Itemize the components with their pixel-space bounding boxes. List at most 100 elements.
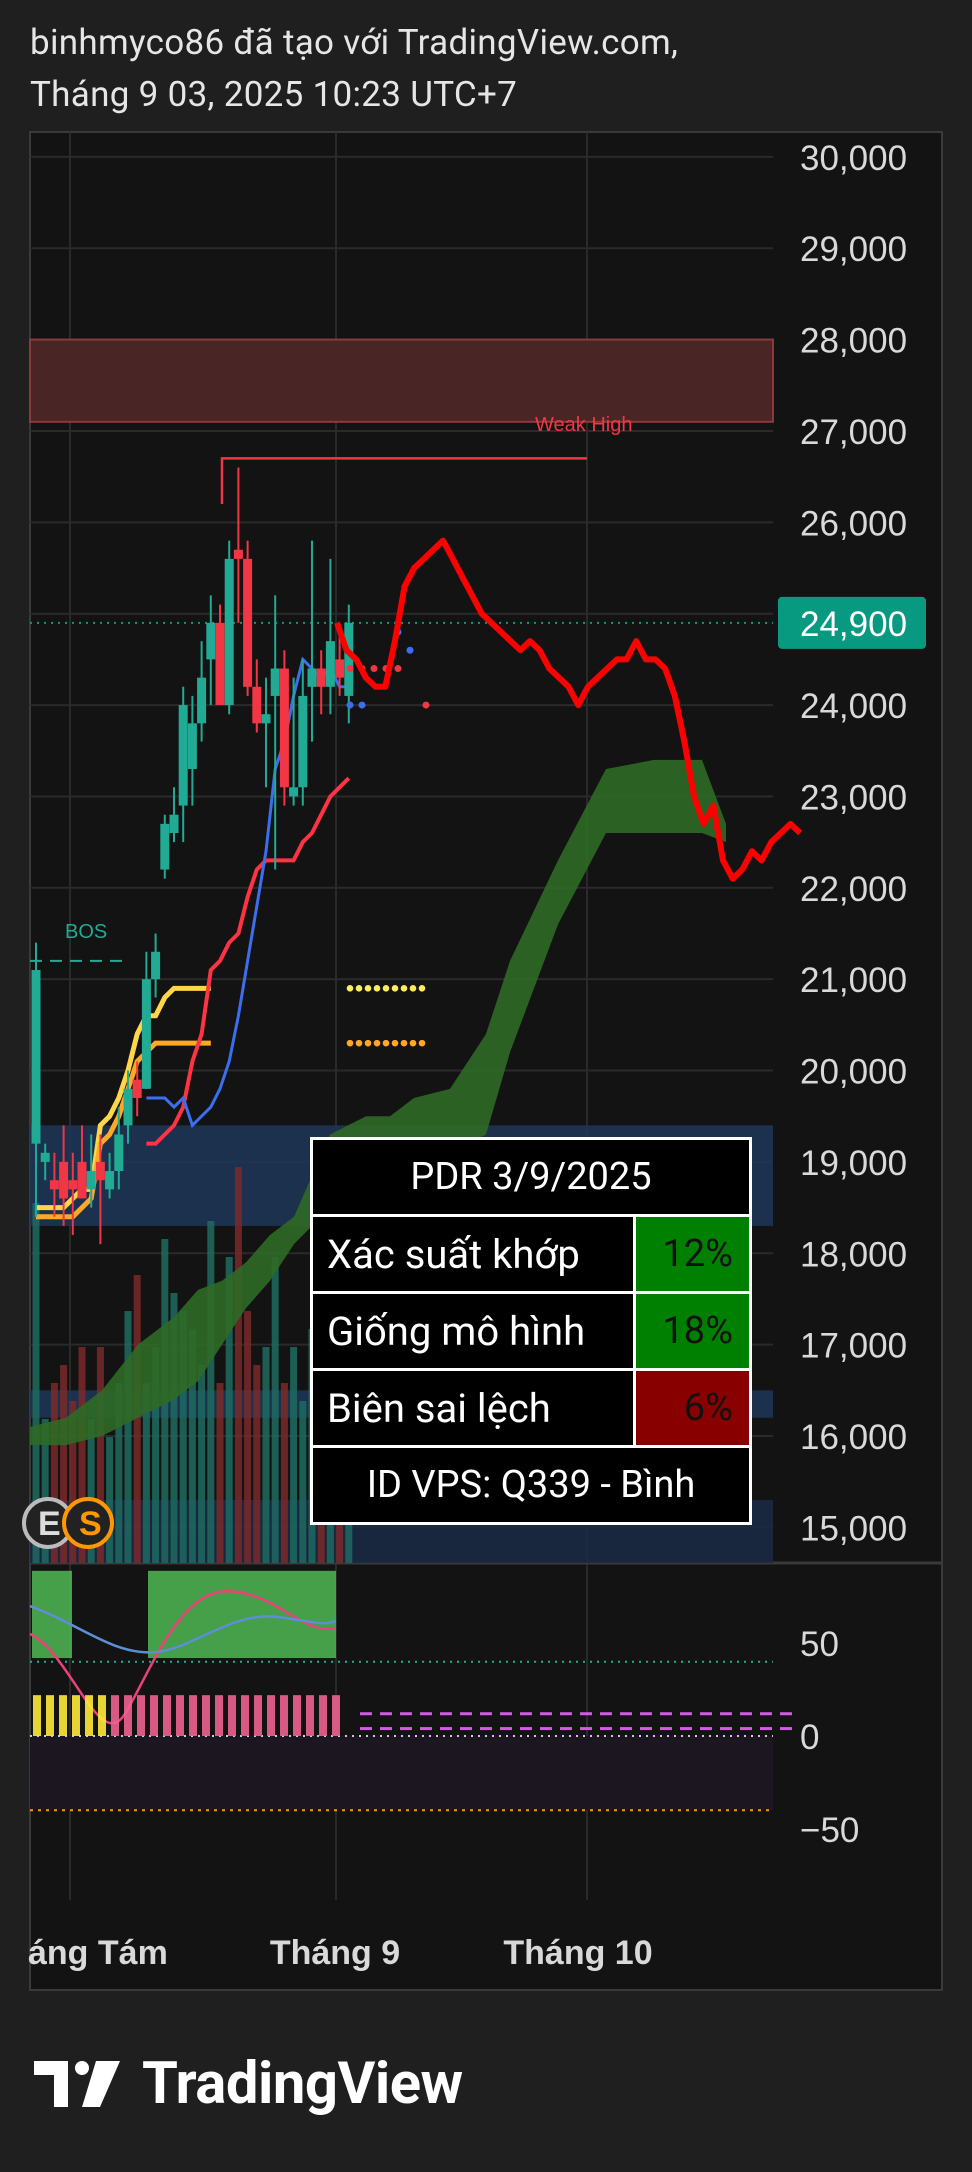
table-title: PDR 3/9/2025 bbox=[410, 1155, 652, 1199]
osc-y-tick-label: 50 bbox=[800, 1625, 839, 1664]
osc-histogram-bar bbox=[267, 1695, 275, 1736]
osc-histogram-bar bbox=[228, 1695, 236, 1736]
osc-histogram-bar bbox=[72, 1695, 80, 1736]
x-tick-label: áng Tám bbox=[28, 1934, 168, 1972]
signal-dot bbox=[406, 646, 414, 654]
yellow-dot bbox=[409, 985, 417, 992]
candle-body bbox=[270, 668, 280, 696]
volume-bar bbox=[244, 1311, 252, 1563]
orange-dot bbox=[409, 1039, 417, 1047]
osc-green-block bbox=[148, 1570, 336, 1659]
signal-dot bbox=[394, 665, 402, 673]
y-tick-label: 30,000 bbox=[800, 139, 907, 178]
y-tick-label: 29,000 bbox=[800, 230, 907, 269]
badge-e-label: E bbox=[38, 1505, 61, 1543]
candle-body bbox=[49, 1180, 59, 1190]
table-footer-row: ID VPS: Q339 - Bình bbox=[313, 1448, 749, 1522]
x-tick-label: Tháng 9 bbox=[270, 1934, 400, 1972]
candle-body bbox=[197, 677, 207, 724]
candle-body bbox=[132, 1079, 142, 1098]
osc-histogram-bar bbox=[241, 1695, 249, 1736]
candle-body bbox=[95, 1161, 105, 1181]
volume-bar bbox=[280, 1383, 288, 1563]
y-tick-label: 19,000 bbox=[800, 1144, 907, 1183]
candle-body bbox=[252, 686, 262, 724]
volume-bar bbox=[299, 1401, 307, 1563]
volume-bar bbox=[198, 1365, 206, 1563]
signal-dot bbox=[422, 701, 430, 709]
volume-bar bbox=[216, 1383, 224, 1563]
volume-bar bbox=[234, 1167, 242, 1563]
yellow-dot bbox=[355, 985, 363, 992]
candle-body bbox=[206, 622, 216, 660]
table-row: Biên sai lệch 6% bbox=[313, 1371, 749, 1448]
yellow-dot bbox=[346, 985, 354, 992]
candle-body bbox=[105, 1171, 115, 1190]
oscillator-band bbox=[30, 1736, 773, 1811]
chart[interactable]: Weak High BOS E S 30,000 29,000 28,000 27,000 26… bbox=[0, 0, 972, 2172]
candle-body bbox=[187, 723, 197, 770]
table-row-label: Biên sai lệch bbox=[313, 1371, 636, 1445]
y-tick-label: 28,000 bbox=[800, 322, 907, 361]
candle-body bbox=[178, 705, 188, 806]
yellow-dot bbox=[391, 985, 399, 992]
candle-body bbox=[169, 814, 179, 833]
orange-dot bbox=[346, 1039, 354, 1047]
signal-dot bbox=[346, 701, 354, 709]
signal-dot bbox=[346, 665, 354, 673]
osc-histogram-bar bbox=[85, 1695, 93, 1736]
y-tick-label: 18,000 bbox=[800, 1235, 907, 1274]
orange-dot bbox=[391, 1039, 399, 1047]
candle-body bbox=[224, 558, 234, 706]
osc-histogram-bar bbox=[293, 1695, 301, 1736]
candle-body bbox=[325, 641, 335, 687]
table-row: Xác suất khớp 12% bbox=[313, 1217, 749, 1294]
candle-body bbox=[59, 1161, 69, 1199]
table-row-value: 12% bbox=[636, 1217, 749, 1291]
weak-high-label: Weak High bbox=[535, 414, 632, 436]
osc-histogram-bar bbox=[124, 1695, 132, 1736]
orange-dot bbox=[373, 1039, 381, 1047]
candle-body bbox=[86, 1171, 96, 1190]
candle-body bbox=[31, 970, 41, 1144]
table-row-label: Xác suất khớp bbox=[313, 1217, 636, 1291]
y-tick-label: 16,000 bbox=[800, 1418, 907, 1457]
table-row-label: Giống mô hình bbox=[313, 1294, 636, 1368]
candle-body bbox=[123, 1088, 133, 1126]
orange-dot bbox=[364, 1039, 372, 1047]
candle-body bbox=[316, 668, 326, 687]
volume-bar bbox=[271, 1257, 279, 1563]
x-tick-label: Tháng 10 bbox=[503, 1934, 652, 1972]
y-tick-label: 22,000 bbox=[800, 870, 907, 909]
y-tick-label: 27,000 bbox=[800, 413, 907, 452]
osc-histogram-bar bbox=[332, 1695, 340, 1736]
y-tick-label: 20,000 bbox=[800, 1053, 907, 1092]
y-tick-label: 23,000 bbox=[800, 778, 907, 817]
osc-histogram-bar bbox=[319, 1695, 327, 1736]
yellow-dot bbox=[364, 985, 372, 992]
table-footer: ID VPS: Q339 - Bình bbox=[366, 1463, 696, 1507]
tradingview-logo: TradingView bbox=[34, 2050, 463, 2118]
osc-histogram-bar bbox=[202, 1695, 210, 1736]
yellow-dot bbox=[382, 985, 390, 992]
y-tick-label: 26,000 bbox=[800, 504, 907, 543]
volume-bar bbox=[106, 1437, 114, 1563]
osc-histogram-bar bbox=[33, 1695, 41, 1736]
candle-body bbox=[298, 695, 308, 788]
candle-body bbox=[233, 549, 243, 559]
signal-dot bbox=[358, 701, 366, 709]
orange-dot bbox=[418, 1039, 426, 1047]
orange-dot bbox=[355, 1039, 363, 1047]
table-title-row: PDR 3/9/2025 bbox=[313, 1140, 749, 1217]
osc-histogram-bar bbox=[98, 1695, 106, 1736]
candle-body bbox=[215, 622, 225, 706]
bos-label: BOS bbox=[65, 921, 107, 943]
osc-histogram-bar bbox=[150, 1695, 158, 1736]
signal-dot bbox=[370, 665, 378, 673]
y-tick-label: 21,000 bbox=[800, 961, 907, 1000]
volume-bar bbox=[290, 1347, 298, 1563]
osc-histogram-bar bbox=[111, 1695, 119, 1736]
orange-dot bbox=[400, 1039, 408, 1047]
volume-bar bbox=[262, 1347, 270, 1563]
candle-body bbox=[243, 558, 253, 687]
